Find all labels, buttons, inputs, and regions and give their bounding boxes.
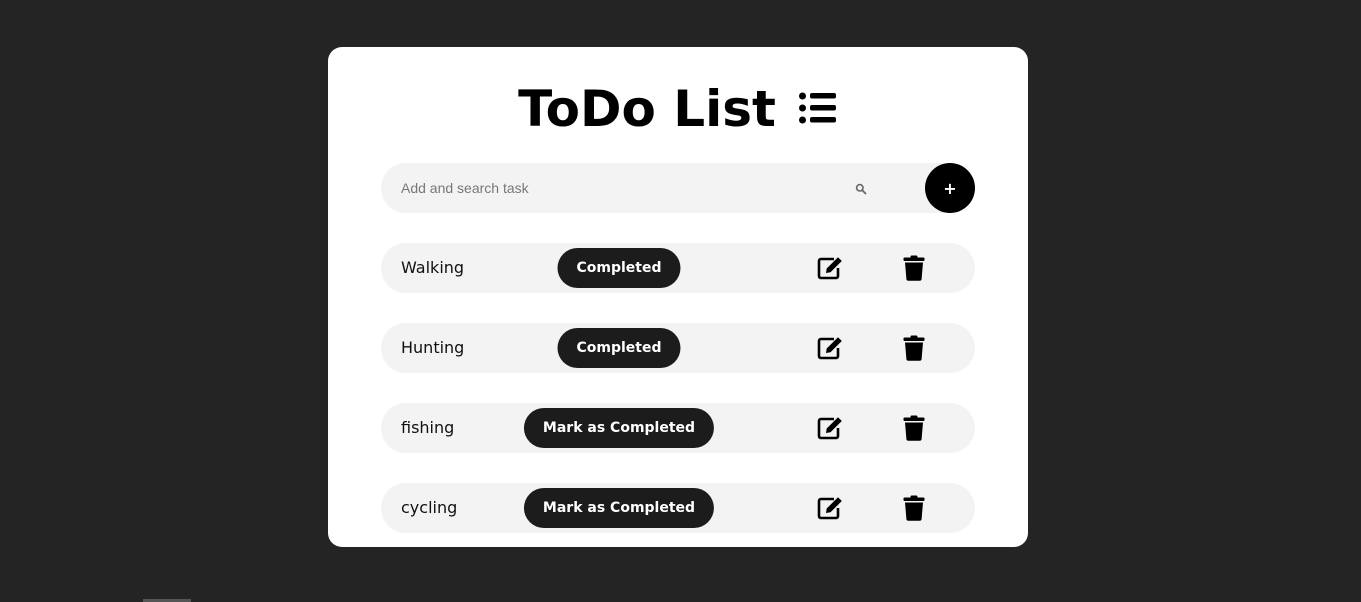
task-row: cycling Mark as Completed bbox=[381, 483, 975, 533]
mark-as-completed-button[interactable]: Mark as Completed bbox=[523, 488, 715, 528]
task-row: Walking Completed bbox=[381, 243, 975, 293]
task-row: Hunting Completed bbox=[381, 323, 975, 373]
edit-button[interactable] bbox=[815, 253, 845, 283]
task-name: Walking bbox=[401, 258, 465, 277]
delete-button[interactable] bbox=[899, 493, 929, 523]
add-task-button[interactable]: + bbox=[925, 163, 975, 213]
status-wrap: Mark as Completed bbox=[523, 408, 715, 448]
header: ToDo List bbox=[328, 79, 1028, 139]
trash-icon bbox=[903, 495, 925, 521]
completed-button[interactable]: Completed bbox=[557, 328, 681, 368]
edit-icon bbox=[817, 497, 842, 520]
task-name: Hunting bbox=[401, 338, 465, 357]
search-bar: + bbox=[381, 163, 975, 213]
search-icon[interactable] bbox=[855, 183, 867, 195]
search-input[interactable] bbox=[401, 163, 831, 213]
trash-icon bbox=[903, 415, 925, 441]
edit-button[interactable] bbox=[815, 413, 845, 443]
mark-as-completed-button[interactable]: Mark as Completed bbox=[523, 408, 715, 448]
delete-button[interactable] bbox=[899, 253, 929, 283]
page-title: ToDo List bbox=[518, 80, 776, 138]
todo-card: ToDo List + Walking Completed bbox=[328, 47, 1028, 547]
edit-icon bbox=[817, 417, 842, 440]
delete-button[interactable] bbox=[899, 413, 929, 443]
task-row: fishing Mark as Completed bbox=[381, 403, 975, 453]
edit-icon bbox=[817, 337, 842, 360]
task-list: Walking Completed Hunting Completed fish… bbox=[381, 243, 975, 547]
edit-button[interactable] bbox=[815, 493, 845, 523]
edit-icon bbox=[817, 257, 842, 280]
edit-button[interactable] bbox=[815, 333, 845, 363]
delete-button[interactable] bbox=[899, 333, 929, 363]
completed-button[interactable]: Completed bbox=[557, 248, 681, 288]
trash-icon bbox=[903, 255, 925, 281]
task-name: cycling bbox=[401, 498, 458, 517]
task-name: fishing bbox=[401, 418, 455, 437]
list-icon bbox=[798, 92, 836, 124]
status-wrap: Mark as Completed bbox=[523, 488, 715, 528]
status-wrap: Completed bbox=[557, 248, 681, 288]
status-wrap: Completed bbox=[557, 328, 681, 368]
trash-icon bbox=[903, 335, 925, 361]
